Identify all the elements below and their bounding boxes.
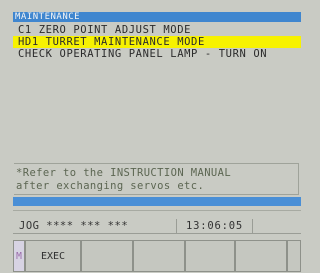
softkey-blank-5[interactable] xyxy=(287,240,301,272)
softkey-row: M EXEC xyxy=(13,240,301,272)
maintenance-menu: C1 ZERO POINT ADJUST MODE HD1 TURRET MAI… xyxy=(13,24,301,60)
softkey-blank-4[interactable] xyxy=(235,240,287,272)
clock: 13:06:05 xyxy=(176,219,253,233)
menu-item-hd1-turret[interactable]: HD1 TURRET MAINTENANCE MODE xyxy=(13,36,301,48)
instruction-note: *Refer to the INSTRUCTION MANUAL after e… xyxy=(14,163,299,195)
divider xyxy=(13,210,301,211)
note-line-1: *Refer to the INSTRUCTION MANUAL xyxy=(16,167,232,179)
accent-bar xyxy=(13,197,301,206)
operation-mode: JOG **** *** *** xyxy=(19,220,129,232)
softkey-blank-2[interactable] xyxy=(133,240,185,272)
menu-item-check-panel-lamp[interactable]: CHECK OPERATING PANEL LAMP - TURN ON xyxy=(13,48,301,60)
status-bar: JOG **** *** *** 13:06:05 xyxy=(13,219,301,234)
screen-title: MAINTENANCE xyxy=(13,12,301,22)
status-divider xyxy=(13,233,301,234)
softkey-blank-1[interactable] xyxy=(81,240,133,272)
note-line-2: after exchanging servos etc. xyxy=(16,180,205,192)
exec-button[interactable]: EXEC xyxy=(25,240,81,272)
softkey-m[interactable]: M xyxy=(13,240,25,272)
softkey-blank-3[interactable] xyxy=(185,240,235,272)
menu-item-c1-zero-point[interactable]: C1 ZERO POINT ADJUST MODE xyxy=(13,24,301,36)
maintenance-screen: MAINTENANCE C1 ZERO POINT ADJUST MODE HD… xyxy=(0,0,318,272)
